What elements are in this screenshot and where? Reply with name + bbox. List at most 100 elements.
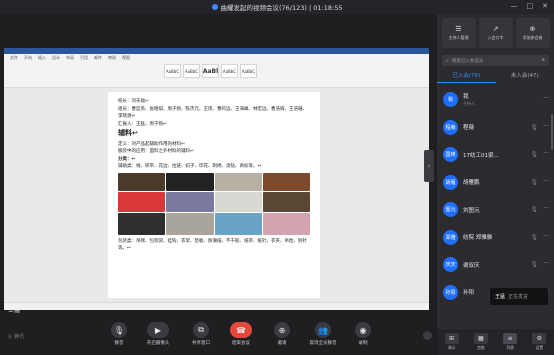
microphone-muted-icon: 🎙 [530, 123, 538, 131]
avatar: 郑雅 [443, 229, 458, 245]
doc-line: 汇报人：王猛，周子扬↩ [118, 121, 167, 127]
ribbon-tabs: 文件 开始 插入 设计 布局 引用 邮件 审阅 视图 [4, 54, 429, 62]
share-screen-label: 共享窗口 [192, 341, 210, 346]
participant-row[interactable]: 程薇 程薇 🎙 ··· [437, 114, 554, 142]
participant-row[interactable]: 我 我 主持人 ··· [437, 86, 554, 114]
password-icon: ↗ [492, 25, 499, 33]
avatar: 国瑛 [443, 147, 458, 163]
unmute-all-button[interactable]: 👥 取消全员静音 [306, 322, 340, 346]
doc-image [118, 212, 166, 235]
more-icon[interactable]: ··· [543, 260, 549, 267]
more-icon[interactable]: ··· [543, 150, 549, 157]
participant-row[interactable]: 图沅 刘图沅 🎙 ··· [437, 196, 554, 224]
participant-scrollbar[interactable] [551, 114, 553, 150]
clear-icon[interactable]: ⊗ [541, 58, 545, 63]
minimize-icon[interactable]: — [511, 2, 518, 10]
speaking-name: 王猛 [495, 294, 506, 300]
meeting-password-button[interactable]: ↗ 入会口令 [478, 18, 513, 48]
ribbon-tab: 引用 [80, 55, 88, 60]
end-meeting-button[interactable]: ☎ 结束会议 [224, 322, 258, 346]
invite-label: 邀请 [277, 341, 287, 346]
network-status-icon [423, 331, 432, 340]
participant-row[interactable]: 胡雁 胡雁鹏 🎙 ··· [437, 169, 554, 197]
record-icon: ◉ [355, 322, 371, 338]
avatar: 程薇 [443, 119, 458, 135]
collapse-panel-button[interactable]: ‹ [424, 150, 434, 182]
ribbon-tab: 文件 [10, 55, 18, 60]
meeting-password-label: 入会口令 [487, 35, 504, 40]
list-view-label: 列表 [506, 345, 514, 350]
avatar: 图沅 [443, 202, 458, 218]
ribbon-tab: 视图 [122, 55, 130, 60]
microphone-muted-icon: 🎙 [530, 261, 538, 268]
participant-name: 17纺工01梁... [463, 152, 499, 159]
gear-icon: ⚙ [532, 333, 547, 344]
search-placeholder: 搜索已入会成员 [451, 58, 484, 64]
doc-image [262, 191, 310, 212]
doc-heading: 辅料↩ [118, 129, 138, 137]
more-icon[interactable]: ··· [543, 95, 549, 102]
doc-image [214, 172, 262, 191]
add-participant-button[interactable]: ⊕ 添加参会者 [515, 18, 550, 48]
avatar: 我 [443, 92, 458, 108]
doc-image-grid [118, 172, 310, 235]
present-view-icon: ⊞ [444, 333, 459, 344]
style-item: AaBbC [164, 64, 181, 78]
more-icon[interactable]: ··· [543, 178, 549, 185]
close-icon[interactable]: ✕ [542, 2, 548, 10]
participant-name: 胡雁鹏 [463, 180, 480, 187]
microphone-muted-icon: 🎙 [530, 178, 538, 186]
grid-view-icon: ▦ [473, 333, 488, 344]
participant-list: 我 我 主持人 ··· 程薇 程薇 🎙 ··· 国瑛 17纺工01梁... 🎙 … [437, 86, 554, 306]
record-button[interactable]: ◉ 录制 [346, 322, 380, 346]
more-icon[interactable]: ··· [543, 205, 549, 212]
doc-image [118, 191, 166, 212]
list-view-icon: ≡ [503, 333, 518, 344]
mute-label: 静音 [114, 341, 124, 346]
speaking-status: 正在发言 [508, 294, 529, 300]
more-icon[interactable]: ··· [543, 123, 549, 130]
tab-joined[interactable]: 已入会(76) [437, 71, 496, 83]
style-item: AaBbC [221, 64, 238, 78]
doc-subheading: 分类：↩ [118, 156, 136, 162]
word-ribbon: 文件 开始 插入 设计 布局 引用 邮件 审阅 视图 AaBbC AaBbC A… [4, 48, 429, 88]
doc-line: 辅助类：线、织带、花边、拉链、扣子、印花、刺绣、烫钻、商标等。↩ [118, 164, 262, 169]
maximize-icon[interactable]: □ [527, 2, 534, 10]
tab-not-joined[interactable]: 未入会(47) [496, 71, 554, 83]
share-screen-button[interactable]: ⧉ 共享窗口 [184, 322, 218, 346]
meeting-toolbar: ◎ 腾讯 🎙 静音 ▶ 开启摄像头 ⧉ 共享窗口 ☎ 结束会议 ⊕ 邀请 👥 取… [0, 318, 438, 355]
style-gallery: AaBbC AaBbC AaBl AaBbC AaBbC [164, 64, 257, 78]
invite-icon: ⊕ [274, 322, 290, 338]
host-management-button[interactable]: ☰ 主持人管理 [441, 18, 476, 48]
camera-button[interactable]: ▶ 开启摄像头 [141, 322, 175, 346]
settings-button[interactable]: ⚙ 设置 [532, 333, 547, 351]
participant-row[interactable]: 庆庆 谢双庆 🎙 ··· [437, 251, 554, 279]
participant-name: 谢双庆 [463, 262, 480, 269]
unmute-all-label: 取消全员静音 [309, 341, 337, 346]
invite-button[interactable]: ⊕ 邀请 [265, 322, 299, 346]
chevron-left-icon: ‹ [427, 162, 431, 170]
view-present-button[interactable]: ⊞ 演示 [444, 333, 459, 351]
microphone-muted-icon: 🎙 [530, 151, 538, 158]
meeting-app: 曲耀发起的视频会议(76/123) | 01:18:55 — □ ✕ 文件 开始… [0, 0, 554, 355]
participant-role: 主持人 [463, 101, 475, 107]
camera-icon: ▶ [147, 322, 169, 338]
participant-name: 纺院 郑雅雅 [463, 235, 493, 242]
record-label: 录制 [358, 341, 368, 346]
member-tabs: 已入会(76) 未入会(47) [437, 71, 554, 83]
more-icon[interactable]: ··· [543, 233, 549, 240]
window-controls: — □ ✕ [511, 2, 549, 10]
mute-button[interactable]: 🎙 静音 [102, 322, 136, 346]
view-grid-button[interactable]: ▦ 宫格 [473, 333, 488, 351]
doc-image [166, 191, 214, 212]
view-list-button[interactable]: ≡ 列表 [503, 333, 518, 351]
ribbon-tab: 邮件 [94, 55, 102, 60]
word-statusbar [4, 302, 429, 310]
avatar: 庆庆 [443, 257, 458, 273]
participant-row[interactable]: 国瑛 17纺工01梁... 🎙 ··· [437, 141, 554, 169]
doc-line: 定义：对产品起辅助作用的材料↩ [118, 141, 185, 147]
doc-image [166, 212, 214, 235]
avatar: 胡雁 [443, 174, 458, 190]
member-search-input[interactable]: ⌕ 搜索已入会成员 ⊗ [442, 55, 549, 66]
participant-row[interactable]: 郑雅 纺院 郑雅雅 🎙 ··· [437, 224, 554, 252]
